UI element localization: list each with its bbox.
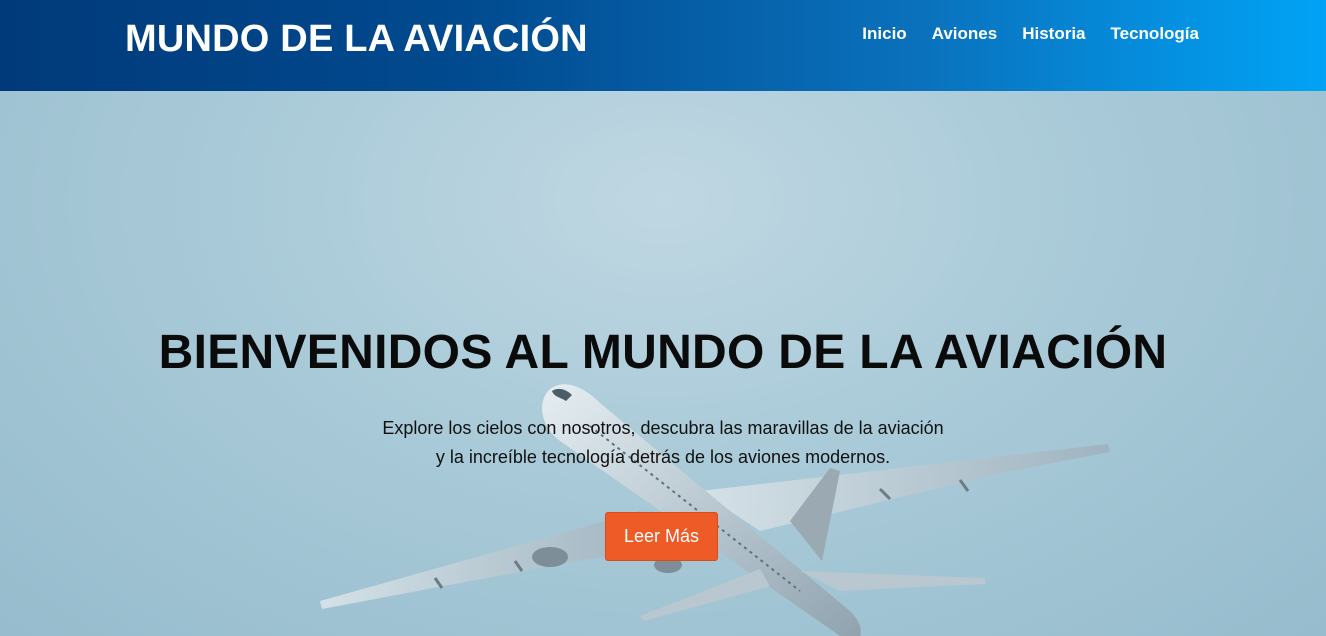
nav-link-tecnologia[interactable]: Tecnología bbox=[1111, 24, 1199, 44]
read-more-button[interactable]: Leer Más bbox=[605, 512, 718, 561]
hero-description: Explore los cielos con nosotros, descubr… bbox=[0, 414, 1326, 472]
site-header: MUNDO DE LA AVIACIÓN Inicio Aviones Hist… bbox=[0, 0, 1326, 91]
nav-link-inicio[interactable]: Inicio bbox=[862, 24, 906, 44]
hero-description-line-2: y la increíble tecnología detrás de los … bbox=[435, 447, 891, 467]
nav-link-aviones[interactable]: Aviones bbox=[932, 24, 998, 44]
site-logo[interactable]: MUNDO DE LA AVIACIÓN bbox=[125, 18, 588, 61]
nav-link-historia[interactable]: Historia bbox=[1022, 24, 1085, 44]
hero-title: BIENVENIDOS AL MUNDO DE LA AVIACIÓN bbox=[158, 326, 1168, 379]
main-nav: Inicio Aviones Historia Tecnología bbox=[862, 24, 1199, 44]
hero-section: BIENVENIDOS AL MUNDO DE LA AVIACIÓN Expl… bbox=[0, 91, 1326, 636]
hero-description-line-1: Explore los cielos con nosotros, descubr… bbox=[382, 418, 944, 438]
